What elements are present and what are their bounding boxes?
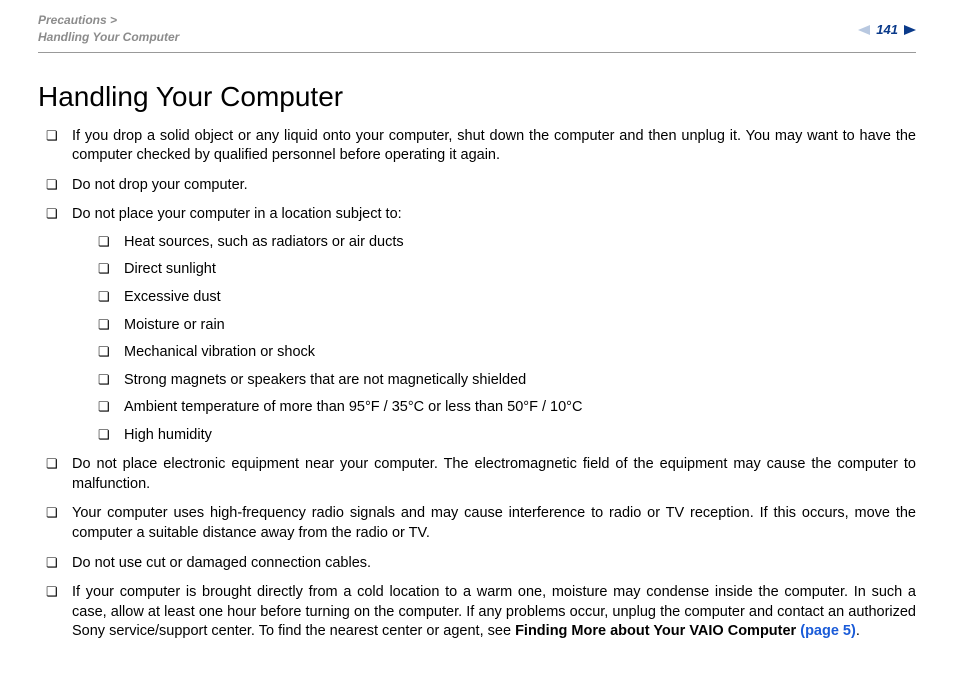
page-number: 141	[876, 22, 898, 37]
prev-page-arrow-icon[interactable]	[858, 25, 870, 35]
cross-ref-title: Finding More about Your VAIO Computer	[515, 623, 800, 639]
list-item-text: Do not place your computer in a location…	[72, 206, 402, 222]
breadcrumb: Precautions > Handling Your Computer	[38, 12, 179, 46]
list-item: Heat sources, such as radiators or air d…	[98, 233, 916, 253]
list-item: If your computer is brought directly fro…	[46, 583, 916, 642]
list-item: High humidity	[98, 426, 916, 446]
page-nav: 141	[858, 22, 916, 37]
list-item: Do not place your computer in a location…	[46, 205, 916, 445]
list-item: Ambient temperature of more than 95°F / …	[98, 398, 916, 418]
page-title: Handling Your Computer	[38, 81, 916, 113]
list-item: If you drop a solid object or any liquid…	[46, 127, 916, 166]
list-item: Do not drop your computer.	[46, 176, 916, 196]
list-item: Moisture or rain	[98, 316, 916, 336]
breadcrumb-section: Precautions >	[38, 13, 117, 27]
list-item: Your computer uses high-frequency radio …	[46, 504, 916, 543]
list-item-text-end: .	[856, 623, 860, 639]
list-item: Strong magnets or speakers that are not …	[98, 371, 916, 391]
page-header: Precautions > Handling Your Computer 141	[38, 12, 916, 53]
breadcrumb-page: Handling Your Computer	[38, 29, 179, 46]
list-item: Do not place electronic equipment near y…	[46, 455, 916, 494]
list-item: Mechanical vibration or shock	[98, 343, 916, 363]
page-link[interactable]: (page 5)	[800, 623, 856, 639]
list-item: Direct sunlight	[98, 260, 916, 280]
list-item: Do not use cut or damaged connection cab…	[46, 554, 916, 574]
sub-list: Heat sources, such as radiators or air d…	[98, 233, 916, 446]
next-page-arrow-icon[interactable]	[904, 25, 916, 35]
list-item: Excessive dust	[98, 288, 916, 308]
precautions-list: If you drop a solid object or any liquid…	[46, 127, 916, 642]
